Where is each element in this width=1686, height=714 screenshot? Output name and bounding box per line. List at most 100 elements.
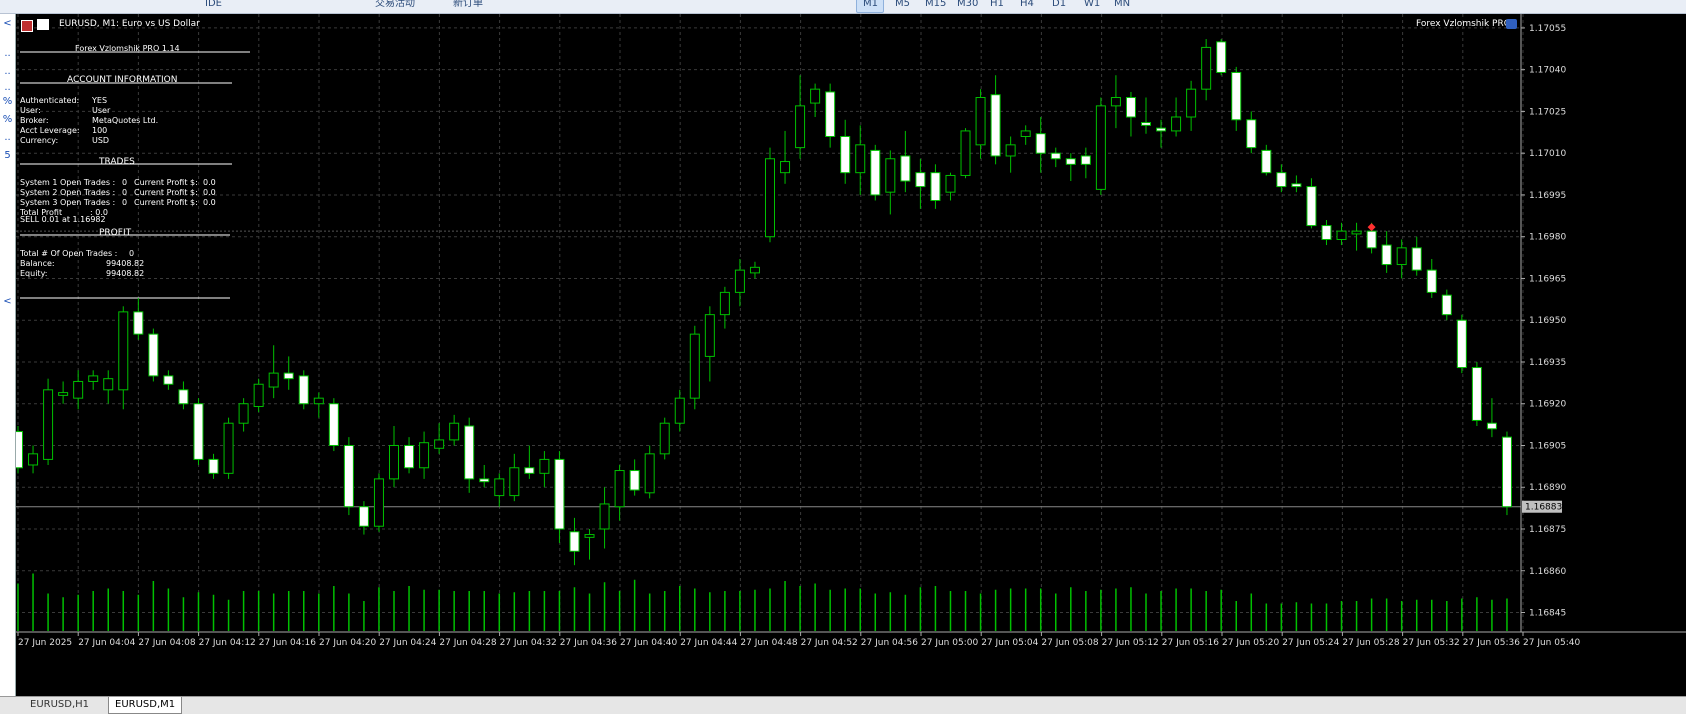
chart-menu-icon[interactable] xyxy=(21,20,33,32)
toolbar-item-9[interactable]: D1 xyxy=(1052,0,1066,11)
trade-profit-label: Current Profit $: xyxy=(134,198,198,207)
time-tick-label: 27 Jun 04:52 xyxy=(801,638,858,648)
toolbar-item-10[interactable]: W1 xyxy=(1084,0,1100,11)
open-trades-value: 0 xyxy=(129,249,135,258)
trades-header: TRADES xyxy=(99,157,135,167)
candle-body xyxy=(704,314,715,357)
candle-body xyxy=(569,531,580,552)
account-value: USD xyxy=(92,136,110,145)
candle-body xyxy=(193,403,204,460)
time-tick-label: 27 Jun 05:16 xyxy=(1162,638,1219,648)
sell-arrow-icon[interactable] xyxy=(1367,223,1376,232)
candle-body xyxy=(358,506,369,527)
candle-body xyxy=(1020,130,1031,137)
time-tick-label: 27 Jun 05:28 xyxy=(1342,638,1399,648)
candle-body xyxy=(900,155,911,182)
time-tick-label: 27 Jun 05:12 xyxy=(1102,638,1159,648)
toolbar-item-3[interactable]: M1 xyxy=(863,0,878,11)
chart-title: EURUSD, M1: Euro vs US Dollar xyxy=(59,19,200,29)
chart-tabs: EURUSD,H1 EURUSD,M1 xyxy=(0,696,1686,714)
candle-body xyxy=(1171,116,1182,132)
candle-body xyxy=(840,135,851,174)
candle-body xyxy=(1065,158,1076,165)
candle-body xyxy=(749,266,760,274)
trade-profit: 0.0 xyxy=(203,178,216,187)
candle-body xyxy=(509,467,520,497)
candle-body xyxy=(795,105,806,149)
toolbar-item-0[interactable]: IDE xyxy=(205,0,222,11)
account-value: MetaQuotes Ltd. xyxy=(92,116,159,125)
price-tick-label: 1.17025 xyxy=(1529,107,1566,117)
account-label: Currency: xyxy=(20,136,59,145)
price-tick-label: 1.16980 xyxy=(1529,233,1566,243)
candle-body xyxy=(16,431,23,469)
tab-eurusd-m1[interactable]: EURUSD,M1 xyxy=(108,697,183,714)
candle-body xyxy=(1321,225,1332,240)
profit-header: PROFIT xyxy=(99,228,132,238)
candle-body xyxy=(343,444,354,508)
time-tick-label: 27 Jun 05:04 xyxy=(981,638,1038,648)
time-tick-label: 27 Jun 04:04 xyxy=(78,638,135,648)
candle-body xyxy=(1396,247,1407,266)
candle-body xyxy=(734,269,745,293)
account-label: Broker: xyxy=(20,116,49,125)
toolbar-item-6[interactable]: M30 xyxy=(957,0,978,11)
left-strip-item-4[interactable]: % xyxy=(0,96,15,108)
hat-icon[interactable] xyxy=(1506,19,1517,29)
left-strip-item-8[interactable]: < xyxy=(0,296,15,308)
toolbar-item-8[interactable]: H4 xyxy=(1020,0,1034,11)
candle-body xyxy=(494,478,505,497)
candle-body xyxy=(930,172,941,202)
left-strip-item-7[interactable]: 5 xyxy=(0,150,15,162)
time-tick-label: 27 Jun 05:08 xyxy=(1041,638,1098,648)
price-tick-label: 1.17010 xyxy=(1529,149,1566,159)
price-chart[interactable]: 1.17055 1.17040 1.17025 1.17010 1.16995 1.169… xyxy=(16,14,1686,696)
toolbar-item-1[interactable]: 交易活动 xyxy=(375,0,415,11)
toolbar-item-2[interactable]: 新订单 xyxy=(453,0,483,11)
equity-label: Equity: xyxy=(20,269,48,278)
candle-body xyxy=(1110,97,1121,107)
candle-body xyxy=(479,478,490,483)
trade-count: 0 xyxy=(122,188,128,197)
tab-eurusd-h1[interactable]: EURUSD,H1 xyxy=(24,697,95,713)
candle-body xyxy=(1486,422,1497,430)
candle-body xyxy=(268,372,279,388)
left-strip-item-1[interactable]: .. xyxy=(0,48,15,60)
left-strip-item-3[interactable]: .. xyxy=(0,82,15,94)
candle-body xyxy=(434,439,445,449)
left-strip-item-6[interactable]: .. xyxy=(0,132,15,144)
open-trades-label: Total # Of Open Trades : xyxy=(20,249,118,258)
candle-body xyxy=(1456,319,1467,369)
left-strip-item-5[interactable]: % xyxy=(0,114,15,126)
bid-price-label: 1.16883 xyxy=(1525,503,1562,513)
candle-body xyxy=(313,397,324,405)
candle-body xyxy=(810,88,821,104)
candle-body xyxy=(674,397,685,424)
candle-body xyxy=(88,375,99,382)
expert-name: Forex Vzlomshik PRO xyxy=(1416,19,1511,29)
candle-body xyxy=(1080,155,1091,165)
time-tick-label: 27 Jun 05:24 xyxy=(1282,638,1339,648)
left-strip-item-0[interactable]: < xyxy=(0,18,15,30)
candle-body xyxy=(1291,183,1302,188)
candle-body xyxy=(223,422,234,474)
toolbar-item-5[interactable]: M15 xyxy=(925,0,946,11)
candle-body xyxy=(103,378,114,391)
toolbar-item-4[interactable]: M5 xyxy=(895,0,910,11)
time-tick-label: 27 Jun 04:08 xyxy=(138,638,195,648)
candle-body xyxy=(253,383,264,408)
equity-value: 99408.82 xyxy=(106,269,145,278)
candle-body xyxy=(1351,230,1362,235)
candle-body xyxy=(1035,133,1046,154)
balance-label: Balance: xyxy=(20,259,55,268)
candle-body xyxy=(584,534,595,538)
left-strip-item-2[interactable]: .. xyxy=(0,66,15,78)
toolbar-item-7[interactable]: H1 xyxy=(990,0,1004,11)
toolbar-item-11[interactable]: MN xyxy=(1114,0,1130,11)
chart-canvas[interactable]: 1.17055 1.17040 1.17025 1.17010 1.16995 1.169… xyxy=(16,14,1686,696)
candle-body xyxy=(283,372,294,380)
trade-system: System 3 Open Trades : xyxy=(20,198,116,207)
time-tick-label: 27 Jun 04:24 xyxy=(379,638,436,648)
candle-body xyxy=(644,453,655,494)
candle-body xyxy=(1156,127,1167,132)
